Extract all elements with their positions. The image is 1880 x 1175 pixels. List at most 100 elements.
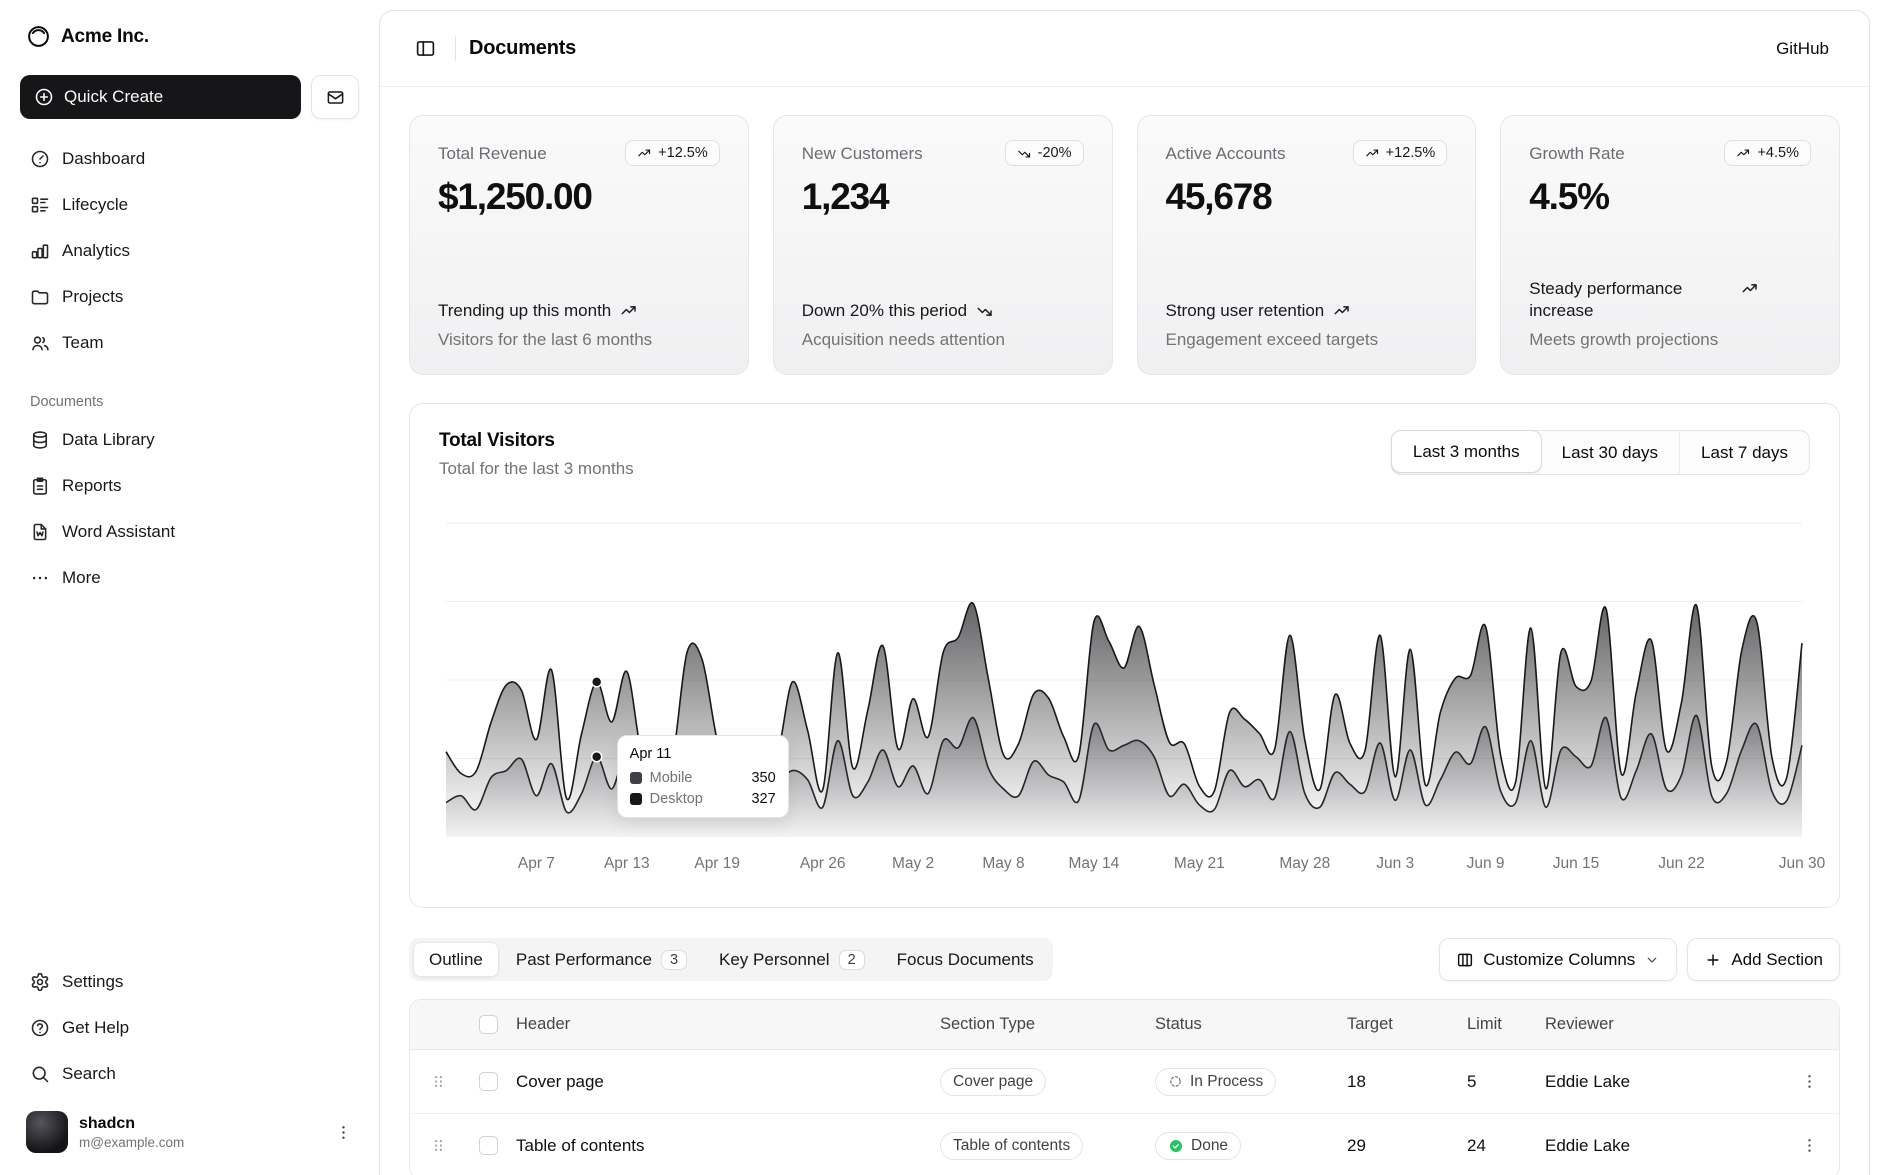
x-tick-label: Jun 9 [1467,855,1505,873]
x-tick-label: Apr 7 [518,855,555,873]
limit-cell[interactable]: 24 [1449,1136,1539,1156]
col-section-type: Section Type [934,1015,1149,1034]
page-header: Documents GitHub [380,11,1869,87]
plus-icon [1704,951,1722,969]
avatar [26,1111,68,1153]
footer-nav: Settings Get Help Search [18,960,361,1095]
more-vertical-icon[interactable] [334,1123,353,1142]
inbox-button[interactable] [311,75,359,119]
tab-outline[interactable]: Outline [413,942,499,977]
sidebar-item-label: Dashboard [62,149,145,169]
sidebar-item-projects[interactable]: Projects [18,275,361,318]
tooltip-date: Apr 11 [630,746,776,762]
reviewer-cell[interactable]: Eddie Lake [1539,1136,1779,1156]
check-circle-icon [1168,1138,1184,1154]
select-all-checkbox[interactable] [479,1015,498,1034]
file-word-icon [30,522,50,542]
target-cell[interactable]: 18 [1329,1072,1449,1092]
x-axis-ticks: Apr 7Apr 13Apr 19Apr 26May 2May 8May 14M… [446,849,1801,881]
trend-badge: +4.5% [1724,140,1811,166]
range-last-30-days[interactable]: Last 30 days [1541,431,1679,474]
sidebar-item-word-assistant[interactable]: Word Assistant [18,510,361,553]
sidebar-item-analytics[interactable]: Analytics [18,229,361,272]
x-tick-label: Jun 22 [1658,855,1705,873]
row-checkbox[interactable] [479,1072,498,1091]
stat-footer-sub: Acquisition needs attention [802,330,1084,350]
quick-create-button[interactable]: Quick Create [20,75,301,119]
target-cell[interactable]: 29 [1329,1136,1449,1156]
stat-card-active-accounts: Active Accounts +12.5% 45,678 Strong use… [1137,115,1477,375]
users-icon [30,333,50,353]
lifecycle-icon [30,195,50,215]
row-header-cell[interactable]: Cover page [510,1072,934,1092]
x-tick-label: Jun 30 [1779,855,1826,873]
sidebar-item-dashboard[interactable]: Dashboard [18,137,361,180]
sidebar-item-label: Team [62,333,104,353]
brand[interactable]: Acme Inc. [18,14,361,59]
stat-value: $1,250.00 [438,176,720,218]
row-menu-icon[interactable] [1800,1072,1819,1091]
tab-count-badge: 3 [661,950,687,970]
sidebar-item-label: Data Library [62,430,155,450]
add-section-button[interactable]: Add Section [1687,938,1840,981]
col-status: Status [1149,1015,1329,1034]
x-tick-label: May 21 [1174,855,1225,873]
quick-create-label: Quick Create [64,87,163,107]
github-link[interactable]: GitHub [1764,31,1841,67]
sidebar-spacer [18,599,361,942]
stat-value: 1,234 [802,176,1084,218]
x-tick-label: Apr 19 [694,855,740,873]
stat-footer-sub: Visitors for the last 6 months [438,330,720,350]
row-header-cell[interactable]: Table of contents [510,1136,934,1156]
x-tick-label: Jun 3 [1376,855,1414,873]
folder-icon [30,287,50,307]
reviewer-cell[interactable]: Eddie Lake [1539,1072,1779,1092]
stat-footer-title: Strong user retention [1166,300,1325,322]
page-content: Total Revenue +12.5% $1,250.00 Trending … [380,87,1869,1175]
x-tick-label: May 2 [892,855,934,873]
tab-key-personnel[interactable]: Key Personnel 2 [704,942,880,977]
status-badge: Done [1155,1132,1241,1160]
range-last-3-months[interactable]: Last 3 months [1391,430,1542,473]
drag-handle-icon[interactable] [429,1072,448,1091]
sidebar: Acme Inc. Quick Create Dashboard Lifecyc… [0,0,379,1175]
stat-footer-sub: Engagement exceed targets [1166,330,1448,350]
columns-icon [1456,951,1474,969]
sidebar-item-reports[interactable]: Reports [18,464,361,507]
x-tick-label: May 28 [1279,855,1330,873]
sidebar-item-search[interactable]: Search [18,1052,361,1095]
col-target: Target [1329,1015,1449,1034]
sidebar-item-label: Analytics [62,241,130,261]
row-menu-icon[interactable] [1800,1136,1819,1155]
trending-up-icon [620,302,638,320]
app-root: Acme Inc. Quick Create Dashboard Lifecyc… [0,0,1880,1175]
sidebar-item-more[interactable]: More [18,556,361,599]
limit-cell[interactable]: 5 [1449,1072,1539,1092]
main-nav: Dashboard Lifecycle Analytics Projects T… [18,137,361,364]
trend-badge: +12.5% [625,140,720,166]
x-tick-label: May 14 [1068,855,1119,873]
sidebar-item-lifecycle[interactable]: Lifecycle [18,183,361,226]
trending-up-icon [1333,302,1351,320]
chevron-down-icon [1644,952,1660,968]
table-header-row: Header Section Type Status Target Limit … [410,1000,1839,1050]
tab-past-performance[interactable]: Past Performance 3 [501,942,702,977]
table-row: Table of contents Table of contents Done… [410,1114,1839,1175]
customize-columns-button[interactable]: Customize Columns [1439,938,1677,981]
sidebar-item-get-help[interactable]: Get Help [18,1006,361,1049]
row-checkbox[interactable] [479,1136,498,1155]
tab-focus-documents[interactable]: Focus Documents [882,942,1049,977]
section-type-badge: Table of contents [940,1132,1083,1160]
drag-handle-icon[interactable] [429,1136,448,1155]
trending-up-icon [1736,146,1751,161]
logo-icon [26,24,51,49]
user-menu[interactable]: shadcn m@example.com [18,1103,361,1161]
range-last-7-days[interactable]: Last 7 days [1679,431,1809,474]
desktop-swatch [630,793,642,805]
sidebar-item-settings[interactable]: Settings [18,960,361,1003]
sidebar-toggle-button[interactable] [408,32,442,66]
stat-footer-title: Trending up this month [438,300,611,322]
sidebar-item-team[interactable]: Team [18,321,361,364]
col-header: Header [510,1015,934,1034]
sidebar-item-data-library[interactable]: Data Library [18,418,361,461]
